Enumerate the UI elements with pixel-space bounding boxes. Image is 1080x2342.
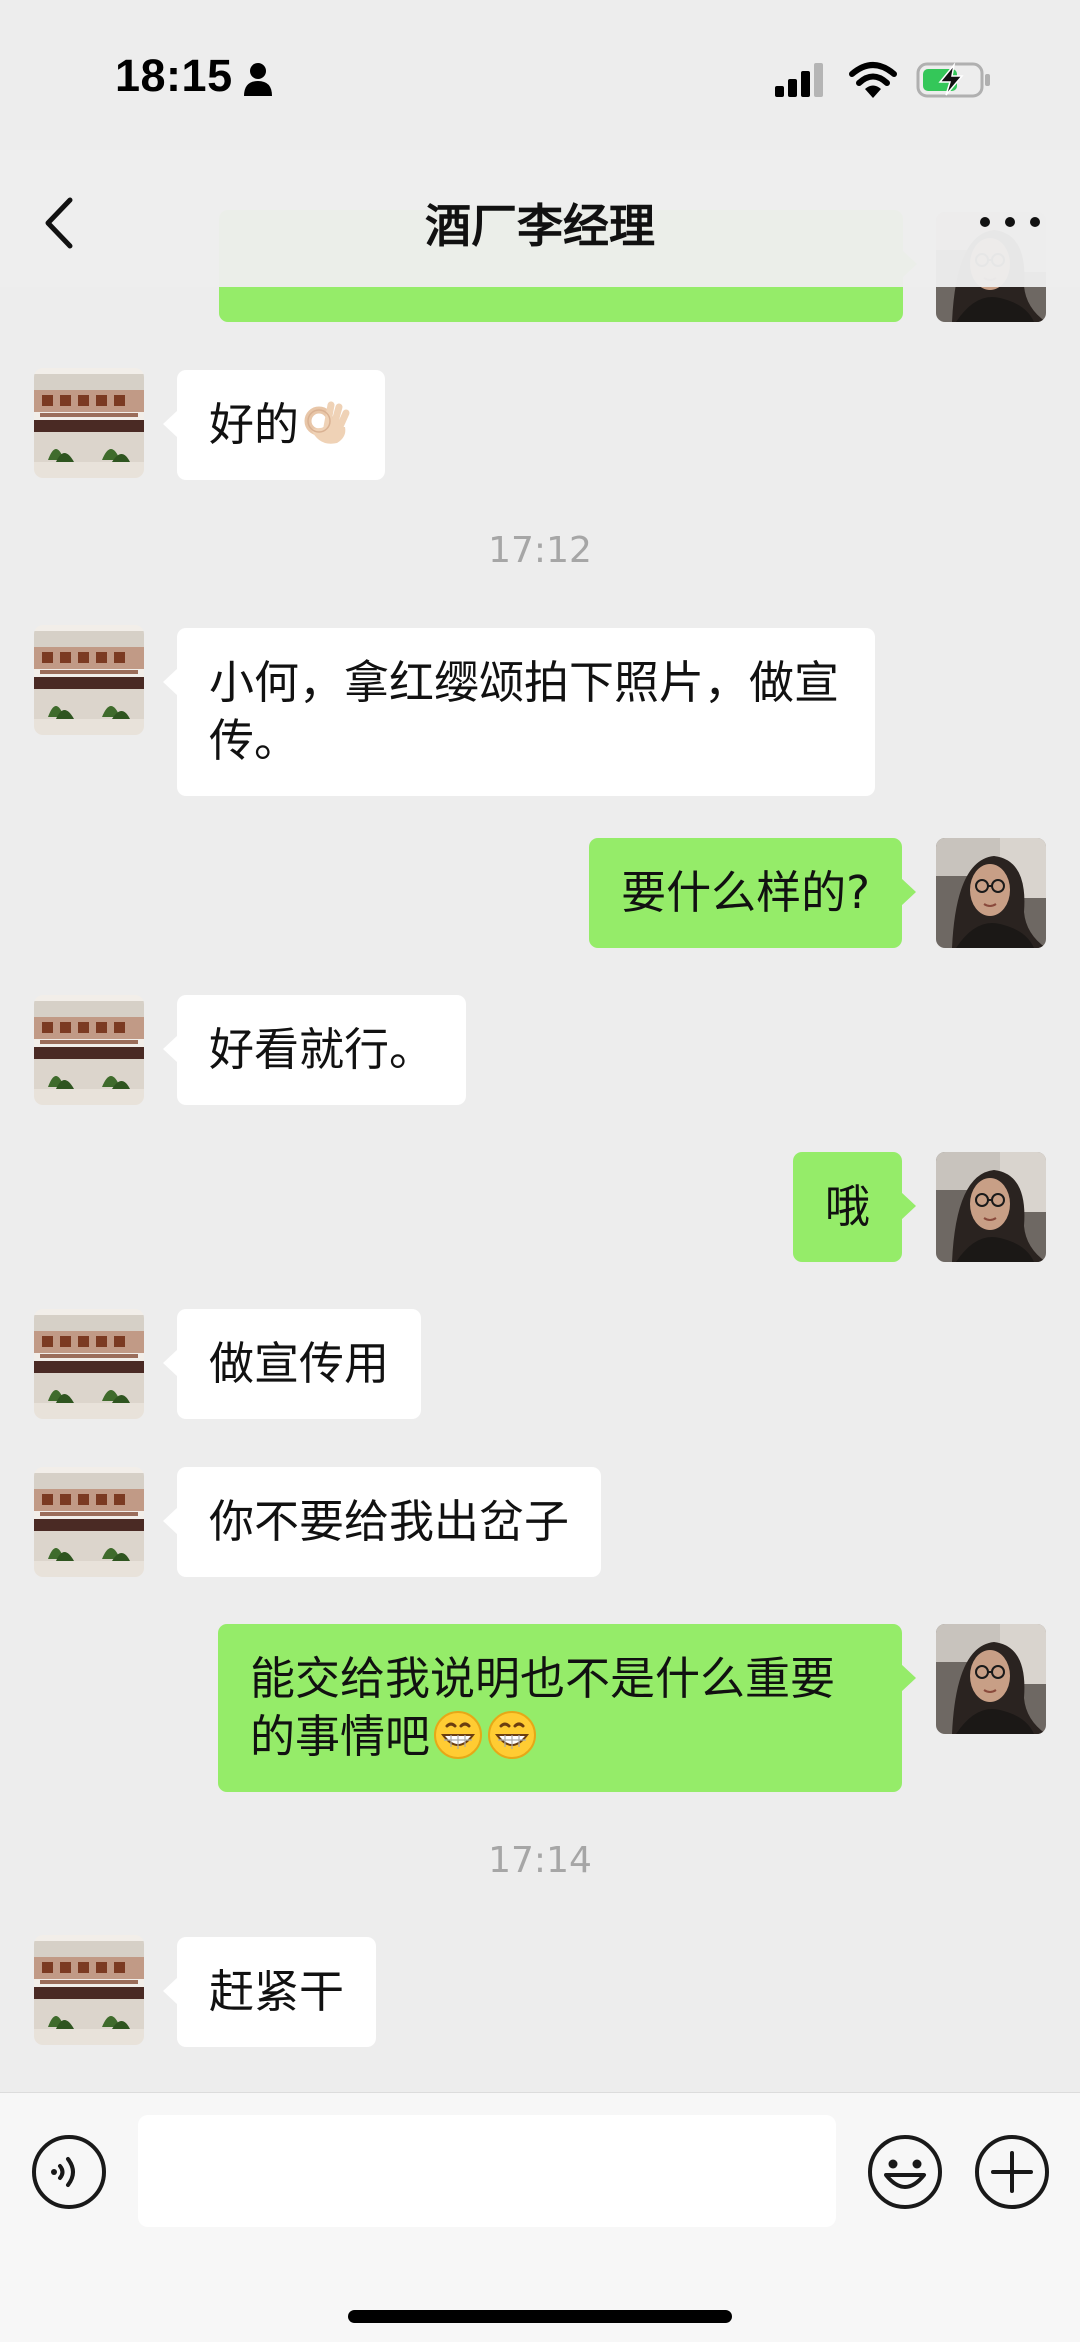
message-bubble-incoming[interactable]: 好看就行。 — [162, 995, 467, 1105]
message-text: 能交给我说明也不是什么重要的事情吧 — [250, 1652, 836, 1763]
contact-avatar[interactable] — [34, 625, 144, 735]
message-input[interactable] — [138, 2115, 836, 2227]
status-time: 18:15 — [115, 50, 233, 101]
plus-circle-icon[interactable] — [973, 2133, 1051, 2211]
message-bubble-incoming[interactable]: 好的 — [162, 370, 386, 480]
more-dots-icon[interactable] — [975, 200, 1045, 244]
contact-avatar[interactable] — [34, 1309, 144, 1419]
chat-title: 酒厂李经理 — [425, 199, 655, 253]
chat-area[interactable]: 好的 17:12 小何，拿红缨颂拍下照片，做宣传。 要什么样的? 好看就行。 哦… — [0, 0, 1080, 2092]
contact-avatar[interactable] — [34, 368, 144, 478]
ok-hand-emoji — [304, 401, 350, 444]
message-text: 哦 — [824, 1180, 870, 1233]
message-timestamp: 17:12 — [488, 530, 592, 571]
message-bubble-incoming[interactable]: 你不要给我出岔子 — [162, 1467, 602, 1577]
chevron-left-icon[interactable] — [38, 196, 82, 250]
message-bubble-outgoing[interactable]: 能交给我说明也不是什么重要的事情吧 — [218, 1624, 916, 1792]
message-text: 做宣传用 — [209, 1337, 390, 1390]
message-text: 好的 — [209, 398, 300, 451]
home-indicator[interactable] — [348, 2310, 732, 2323]
signal-icon — [775, 63, 823, 97]
message-bubble-incoming[interactable]: 小何，拿红缨颂拍下照片，做宣传。 — [163, 628, 875, 796]
emoji-face-icon[interactable] — [866, 2133, 944, 2211]
message-text: 你不要给我出岔子 — [209, 1495, 570, 1548]
input-bar — [0, 2092, 1080, 2342]
message-bubble-incoming[interactable]: 做宣传用 — [162, 1309, 422, 1419]
my-avatar[interactable] — [936, 838, 1046, 948]
contact-avatar[interactable] — [34, 1935, 144, 2045]
contact-avatar[interactable] — [34, 995, 144, 1105]
message-bubble-outgoing[interactable]: 要什么样的? — [589, 838, 916, 948]
person-icon — [244, 63, 272, 96]
contact-avatar[interactable] — [34, 1467, 144, 1577]
grinning-emoji — [488, 1711, 537, 1759]
message-timestamp: 17:14 — [488, 1840, 592, 1881]
grinning-emoji — [434, 1711, 483, 1759]
message-text: 赶紧干 — [209, 1965, 345, 2018]
my-avatar[interactable] — [936, 1624, 1046, 1734]
battery-charging-icon — [916, 62, 990, 98]
nav-bar: 酒厂李经理 — [0, 150, 1080, 287]
message-text: 小何，拿红缨颂拍下照片，做宣传。 — [209, 656, 840, 767]
message-text: 要什么样的? — [621, 866, 870, 919]
wifi-icon — [849, 62, 897, 98]
voice-icon[interactable] — [30, 2133, 108, 2211]
message-bubble-outgoing[interactable]: 哦 — [792, 1152, 917, 1262]
my-avatar[interactable] — [936, 1152, 1046, 1262]
status-bar: 18:15 — [0, 0, 1080, 150]
message-text: 好看就行。 — [209, 1023, 435, 1076]
message-bubble-incoming[interactable]: 赶紧干 — [162, 1937, 377, 2047]
